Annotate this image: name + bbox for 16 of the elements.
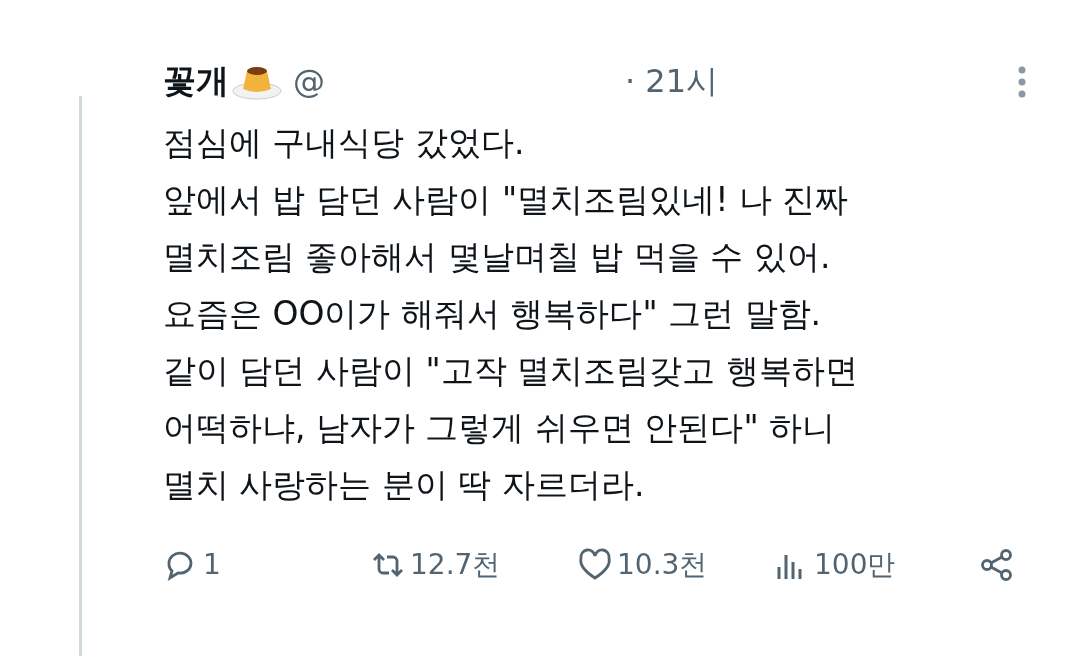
share-icon[interactable] xyxy=(979,547,1015,583)
post-text-line: 같이 담던 사람이 "고작 멸치조림갖고 행복하면 xyxy=(163,350,859,392)
post-time: · 21시 xyxy=(625,61,719,102)
views-button[interactable]: 100만 xyxy=(774,544,896,586)
like-button[interactable]: 10.3천 xyxy=(577,544,708,586)
post-text-line: 앞에서 밥 담던 사람이 "멸치조림있네! 나 진짜 xyxy=(163,179,850,221)
reply-button[interactable]: 1 xyxy=(163,544,221,586)
post-text-line: 점심에 구내식당 갔었다. xyxy=(163,122,526,164)
post-text-line: 멸치조림 좋아해서 몇날며칠 밥 먹을 수 있어. xyxy=(163,236,832,278)
post-text-line: 어떡하냐, 남자가 그렇게 쉬우면 안된다" 하니 xyxy=(163,407,837,449)
post-text-line: 요즘은 OO이가 해줘서 행복하다" 그런 말함. xyxy=(163,293,823,335)
user-handle[interactable]: @ xyxy=(293,57,325,105)
post-text-line: 멸치 사랑하는 분이 딱 자르더라. xyxy=(163,464,646,506)
author-name: 꽃개 xyxy=(163,60,229,103)
more-icon[interactable] xyxy=(1016,66,1028,98)
repost-button[interactable]: 12.7천 xyxy=(370,544,501,586)
